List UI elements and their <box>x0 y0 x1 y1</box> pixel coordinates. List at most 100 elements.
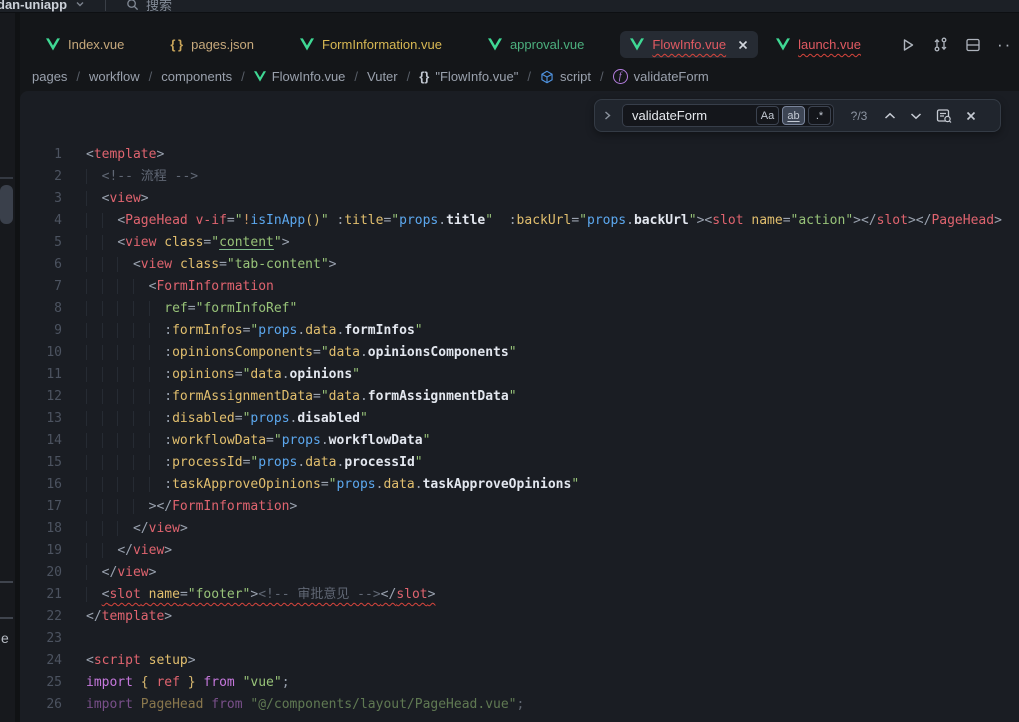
tab-index-vue[interactable]: Index.vue <box>36 31 134 58</box>
indent-guide <box>133 301 149 316</box>
whole-word-button[interactable]: ab <box>782 106 805 125</box>
editor-actions: ··· <box>900 35 1011 55</box>
tab-label: FormInformation.vue <box>322 37 442 52</box>
indent-guide <box>102 257 118 272</box>
find-in-selection-icon[interactable] <box>936 108 952 124</box>
compare-changes-icon[interactable] <box>932 36 949 53</box>
code-line[interactable]: 1<template> <box>20 144 1019 166</box>
line-number: 22 <box>20 606 86 628</box>
line-number: 2 <box>20 166 86 188</box>
indent-guide <box>117 433 133 448</box>
code-line[interactable]: 5 <view class="content"> <box>20 232 1019 254</box>
code-line[interactable]: 15 :processId="props.data.processId" <box>20 452 1019 474</box>
code-line[interactable]: 17 ></FormInformation> <box>20 496 1019 518</box>
code-line[interactable]: 3 <view> <box>20 188 1019 210</box>
indent-guide <box>102 279 118 294</box>
indent-guide <box>102 455 118 470</box>
indent-guide <box>149 389 165 404</box>
next-match-icon[interactable] <box>910 112 922 120</box>
split-editor-icon[interactable] <box>965 37 981 53</box>
code-line[interactable]: 24<script setup> <box>20 650 1019 672</box>
breadcrumb-pages[interactable]: pages <box>32 69 67 84</box>
vue-icon <box>300 38 314 51</box>
code-line[interactable]: 8 ref="formInfoRef" <box>20 298 1019 320</box>
indent-guide <box>133 323 149 338</box>
tab-approval-vue[interactable]: approval.vue <box>478 31 594 58</box>
code-line[interactable]: 23 <box>20 628 1019 650</box>
code-line[interactable]: 20 </view> <box>20 562 1019 584</box>
line-number: 3 <box>20 188 86 210</box>
indent-guide <box>102 411 118 426</box>
close-find-icon[interactable] <box>966 111 976 121</box>
tab-forminformation-vue[interactable]: FormInformation.vue <box>290 31 452 58</box>
breadcrumb-validateform[interactable]: f validateForm <box>613 69 709 84</box>
code-line[interactable]: 22</template> <box>20 606 1019 628</box>
tab-close-icon[interactable] <box>738 40 748 50</box>
code-line[interactable]: 12 :formAssignmentData="data.formAssignm… <box>20 386 1019 408</box>
run-icon[interactable] <box>900 37 916 53</box>
line-number: 14 <box>20 430 86 452</box>
code-line[interactable]: 10 :opinionsComponents="data.opinionsCom… <box>20 342 1019 364</box>
chevron-down-icon[interactable] <box>75 0 85 9</box>
code-line[interactable]: 16 :taskApproveOpinions="props.data.task… <box>20 474 1019 496</box>
indent-guide <box>102 521 118 536</box>
code-line[interactable]: 13 :disabled="props.disabled" <box>20 408 1019 430</box>
code-line[interactable]: 6 <view class="tab-content"> <box>20 254 1019 276</box>
indent-guide <box>117 257 133 272</box>
breadcrumb-flowinfo-file[interactable]: FlowInfo.vue <box>254 69 346 84</box>
panel-edge-dash <box>0 617 13 619</box>
tab-flowinfo-vue[interactable]: FlowInfo.vue <box>620 31 758 58</box>
breadcrumb-components[interactable]: components <box>161 69 232 84</box>
code-line[interactable]: 9 :formInfos="props.data.formInfos" <box>20 320 1019 342</box>
code-line[interactable]: 18 </view> <box>20 518 1019 540</box>
breadcrumb-script[interactable]: script <box>540 69 591 84</box>
breadcrumb-workflow[interactable]: workflow <box>89 69 140 84</box>
code-line[interactable]: 21 <slot name="footer"><!-- 审批意见 --></sl… <box>20 584 1019 606</box>
editor[interactable]: Aa ab .* ?/3 <box>20 91 1019 722</box>
line-number: 17 <box>20 496 86 518</box>
regex-button[interactable]: .* <box>808 106 831 125</box>
code-line[interactable]: 4 <PageHead v-if="!isInApp()" :title="pr… <box>20 210 1019 232</box>
code-area[interactable]: 1<template>2 <!-- 流程 -->3 <view>4 <PageH… <box>20 91 1019 716</box>
indent-guide <box>86 587 102 602</box>
topbar-divider <box>105 0 106 11</box>
indent-guide <box>102 543 118 558</box>
breadcrumb-separator: / <box>354 69 358 84</box>
code-line[interactable]: 14 :workflowData="props.workflowData" <box>20 430 1019 452</box>
indent-guide <box>149 345 165 360</box>
tab-launch-vue[interactable]: launch.vue <box>766 31 871 58</box>
breadcrumb-flowinfo-symbol[interactable]: {} "FlowInfo.vue" <box>419 69 518 84</box>
code-line[interactable]: 7 <FormInformation <box>20 276 1019 298</box>
indent-guide <box>102 345 118 360</box>
braces-icon: {} <box>419 69 429 84</box>
code-line[interactable]: 11 :opinions="data.opinions" <box>20 364 1019 386</box>
line-number: 19 <box>20 540 86 562</box>
indent-guide <box>86 411 102 426</box>
breadcrumb-separator: / <box>527 69 531 84</box>
breadcrumb-vuter[interactable]: Vuter <box>367 69 398 84</box>
code-line[interactable]: 2 <!-- 流程 --> <box>20 166 1019 188</box>
code-line[interactable]: 19 </view> <box>20 540 1019 562</box>
code-line[interactable]: 25import { ref } from "vue"; <box>20 672 1019 694</box>
indent-guide <box>102 235 118 250</box>
indent-guide <box>117 389 133 404</box>
indent-guide <box>149 301 165 316</box>
indent-guide <box>86 257 102 272</box>
previous-match-icon[interactable] <box>884 112 896 120</box>
project-selector[interactable]: dan-uniapp <box>0 0 67 12</box>
more-actions-icon[interactable]: ··· <box>997 35 1011 55</box>
line-number: 11 <box>20 364 86 386</box>
indent-guide <box>149 411 165 426</box>
panel-resize-handle[interactable] <box>0 185 13 224</box>
line-number: 12 <box>20 386 86 408</box>
global-search[interactable]: 搜索 <box>126 0 172 13</box>
toggle-replace-icon[interactable] <box>603 110 612 121</box>
tab-pages-json[interactable]: { } pages.json <box>160 31 264 58</box>
code-line[interactable]: 26import PageHead from "@/components/lay… <box>20 694 1019 716</box>
vue-icon <box>630 38 644 51</box>
function-icon: f <box>613 69 628 84</box>
indent-guide <box>117 323 133 338</box>
indent-guide <box>117 367 133 382</box>
line-number: 1 <box>20 144 86 166</box>
match-case-button[interactable]: Aa <box>756 106 779 125</box>
